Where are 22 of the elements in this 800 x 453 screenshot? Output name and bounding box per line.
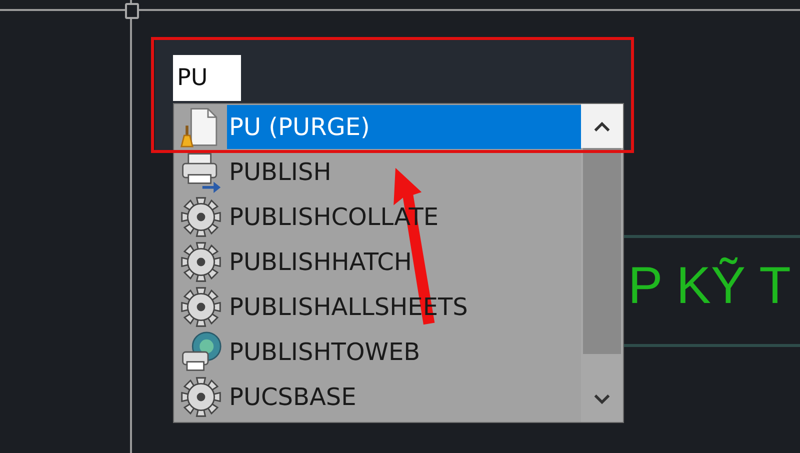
suggestion-item[interactable]: PUCSBASE [174,374,581,419]
suggestion-item[interactable]: PUBLISH [174,149,581,194]
command-input-field[interactable]: PU [173,55,241,101]
gear-icon [179,240,223,282]
gear-icon [179,376,223,418]
scroll-up-button[interactable] [581,104,623,148]
suggestion-item[interactable]: PUBLISHTOWEB [174,329,581,374]
drawing-text: P KỸ T [628,258,791,316]
crosshair-pickbox [125,3,139,19]
suggestion-label: PUCSBASE [228,382,358,412]
chevron-up-icon [593,120,611,132]
globe-printer-icon [179,330,223,372]
suggestion-item[interactable]: PUBLISHHATCH [174,239,581,284]
suggestion-label: PUBLISHTOWEB [228,336,422,368]
gear-icon [179,286,223,328]
gear-icon [179,196,223,238]
scrollbar[interactable] [581,104,623,422]
suggestion-label: PUBLISH [228,156,332,188]
scroll-thumb[interactable] [583,148,621,354]
printer-arrow-icon [179,150,223,192]
chevron-down-icon [593,394,611,406]
suggestion-label: PUBLISHHATCH [228,246,413,278]
